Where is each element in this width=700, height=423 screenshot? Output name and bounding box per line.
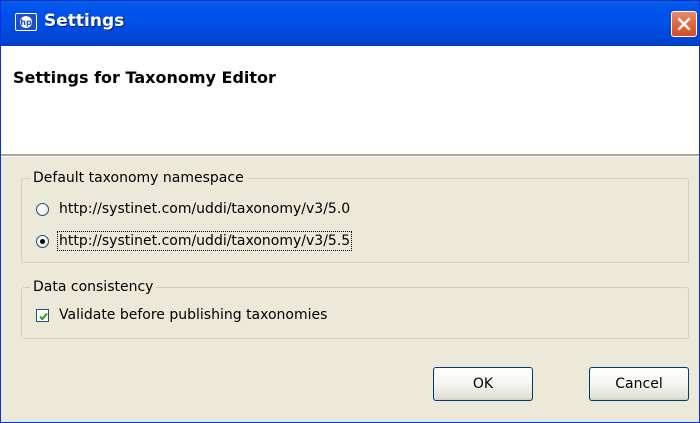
namespace-option-5-5[interactable]: http://systinet.com/uddi/taxonomy/v3/5.5 (36, 231, 353, 251)
namespace-group-label: Default taxonomy namespace (30, 169, 247, 187)
cancel-button[interactable]: Cancel (589, 367, 689, 401)
radio-5-5[interactable] (36, 234, 49, 248)
checkmark-icon (39, 312, 48, 321)
validate-checkbox[interactable] (36, 308, 49, 322)
namespace-group: Default taxonomy namespace http://systin… (21, 169, 689, 263)
consistency-group-label: Data consistency (30, 278, 157, 296)
svg-text:hp: hp (20, 18, 32, 27)
header-divider (1, 154, 699, 157)
page-title: Settings for Taxonomy Editor (13, 68, 276, 87)
namespace-option-label: http://systinet.com/uddi/taxonomy/v3/5.5 (56, 231, 353, 251)
radio-5-0[interactable] (36, 202, 49, 216)
namespace-option-label: http://systinet.com/uddi/taxonomy/v3/5.0 (59, 201, 351, 217)
window-title: Settings (44, 11, 125, 31)
ok-button[interactable]: OK (433, 367, 533, 401)
close-icon (677, 17, 691, 31)
validate-label: Validate before publishing taxonomies (59, 307, 328, 323)
hp-logo-icon: hp (15, 13, 37, 31)
settings-dialog: hp Settings Settings for Taxonomy Editor… (0, 0, 700, 423)
title-bar[interactable]: hp Settings (1, 1, 699, 46)
dialog-header: Settings for Taxonomy Editor (1, 46, 699, 154)
close-button[interactable] (671, 11, 697, 37)
consistency-group: Data consistency Validate before publish… (21, 278, 689, 339)
validate-option[interactable]: Validate before publishing taxonomies (36, 305, 327, 325)
namespace-option-5-0[interactable]: http://systinet.com/uddi/taxonomy/v3/5.0 (36, 199, 350, 219)
